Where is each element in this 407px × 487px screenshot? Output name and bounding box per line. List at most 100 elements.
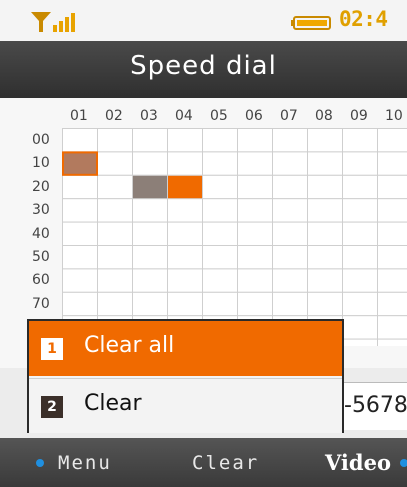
speed-dial-cell[interactable] <box>377 268 407 293</box>
speed-dial-cell[interactable] <box>202 174 238 200</box>
speed-dial-cell[interactable] <box>62 221 98 246</box>
speed-dial-cell[interactable] <box>62 174 98 200</box>
speed-dial-cell[interactable] <box>167 151 203 176</box>
speed-dial-cell[interactable] <box>377 128 407 153</box>
speed-dial-cell[interactable] <box>342 128 378 153</box>
speed-dial-cell[interactable] <box>377 221 407 246</box>
softkey-dot-icon <box>400 459 407 467</box>
speed-dial-cell[interactable] <box>202 245 238 270</box>
speed-dial-cell[interactable] <box>132 245 168 270</box>
speed-dial-cell[interactable] <box>97 128 133 153</box>
speed-dial-cell[interactable] <box>342 174 378 200</box>
speed-dial-cell[interactable] <box>307 174 343 200</box>
speed-dial-cell[interactable] <box>97 151 133 176</box>
speed-dial-cell[interactable] <box>167 128 203 153</box>
speed-dial-cell[interactable] <box>237 245 273 270</box>
speed-dial-cell[interactable] <box>62 245 98 270</box>
speed-dial-cell[interactable] <box>307 245 343 270</box>
speed-dial-cell[interactable] <box>237 198 273 223</box>
speed-dial-cell[interactable] <box>132 198 168 223</box>
speed-dial-cell[interactable] <box>62 198 98 223</box>
speed-dial-cell[interactable] <box>377 198 407 223</box>
number-badge-icon: 2 <box>41 396 63 418</box>
speed-dial-cell[interactable] <box>342 221 378 246</box>
speed-dial-cell[interactable] <box>272 268 308 293</box>
speed-dial-cell-assigned[interactable] <box>133 175 167 199</box>
speed-dial-cell[interactable] <box>307 221 343 246</box>
speed-dial-cell[interactable] <box>167 245 203 270</box>
speed-dial-cell[interactable] <box>132 221 168 246</box>
speed-dial-cell[interactable] <box>377 245 407 270</box>
speed-dial-cell[interactable] <box>342 338 378 346</box>
speed-dial-cell[interactable] <box>202 198 238 223</box>
speed-dial-cell[interactable] <box>272 128 308 153</box>
speed-dial-cell[interactable] <box>202 221 238 246</box>
speed-dial-cell[interactable] <box>237 151 273 176</box>
speed-dial-cell[interactable] <box>202 128 238 153</box>
speed-dial-cell[interactable] <box>377 291 407 317</box>
menu-item-clear[interactable]: 2 Clear <box>29 378 342 433</box>
softkey-clear[interactable]: Clear <box>192 452 259 474</box>
speed-dial-cell[interactable] <box>167 268 203 293</box>
speed-dial-cell[interactable] <box>342 291 378 317</box>
number-badge-icon: 1 <box>41 338 63 360</box>
speed-dial-cell[interactable] <box>272 174 308 200</box>
speed-dial-cell[interactable] <box>272 221 308 246</box>
grid-column-label: 07 <box>280 108 298 124</box>
speed-dial-cell[interactable] <box>377 315 407 340</box>
speed-dial-cell[interactable] <box>307 128 343 153</box>
speed-dial-cell[interactable] <box>307 198 343 223</box>
speed-dial-cell[interactable] <box>202 268 238 293</box>
speed-dial-cell[interactable] <box>97 174 133 200</box>
softkey-menu[interactable]: Menu <box>58 452 112 474</box>
speed-dial-cell[interactable] <box>272 198 308 223</box>
grid-column-label: 08 <box>315 108 333 124</box>
softkey-video[interactable]: Video <box>325 450 391 475</box>
menu-item-label: Clear <box>84 391 142 416</box>
speed-dial-cell[interactable] <box>307 291 343 317</box>
speed-dial-cell[interactable] <box>97 268 133 293</box>
speed-dial-cell[interactable] <box>97 291 133 317</box>
speed-dial-cell[interactable] <box>342 151 378 176</box>
speed-dial-cell[interactable] <box>62 268 98 293</box>
speed-dial-cell-assigned[interactable] <box>62 151 98 176</box>
speed-dial-cell[interactable] <box>342 315 378 340</box>
speed-dial-cell[interactable] <box>272 291 308 317</box>
speed-dial-cell[interactable] <box>97 221 133 246</box>
menu-item-label: Clear all <box>84 333 175 358</box>
speed-dial-cell[interactable] <box>62 128 98 153</box>
speed-dial-cell[interactable] <box>97 198 133 223</box>
speed-dial-cell[interactable] <box>237 268 273 293</box>
speed-dial-cell[interactable] <box>307 151 343 176</box>
speed-dial-cell[interactable] <box>237 221 273 246</box>
speed-dial-cell[interactable] <box>97 245 133 270</box>
speed-dial-cell[interactable] <box>167 198 203 223</box>
speed-dial-cell[interactable] <box>132 128 168 153</box>
speed-dial-cell[interactable] <box>272 245 308 270</box>
speed-dial-cell[interactable] <box>377 151 407 176</box>
speed-dial-cell[interactable] <box>307 268 343 293</box>
speed-dial-cell[interactable] <box>377 338 407 346</box>
speed-dial-cell[interactable] <box>132 268 168 293</box>
speed-dial-cell[interactable] <box>272 151 308 176</box>
title-bar: Speed dial <box>0 41 407 98</box>
speed-dial-cell[interactable] <box>237 291 273 317</box>
options-popup-menu: 1 Clear all 2 Clear <box>27 319 344 433</box>
speed-dial-cell[interactable] <box>132 291 168 317</box>
speed-dial-cell[interactable] <box>342 198 378 223</box>
menu-item-clear-all[interactable]: 1 Clear all <box>29 321 342 376</box>
speed-dial-cell-selected[interactable] <box>168 175 202 199</box>
speed-dial-cell[interactable] <box>342 245 378 270</box>
speed-dial-cell[interactable] <box>377 174 407 200</box>
speed-dial-cell[interactable] <box>167 221 203 246</box>
grid-row-label: 70 <box>32 295 50 312</box>
speed-dial-cell[interactable] <box>202 151 238 176</box>
speed-dial-cell[interactable] <box>132 151 168 176</box>
speed-dial-cell[interactable] <box>342 268 378 293</box>
speed-dial-cell[interactable] <box>237 128 273 153</box>
speed-dial-cell[interactable] <box>237 174 273 200</box>
grid-row-label: 20 <box>32 178 50 195</box>
speed-dial-cell[interactable] <box>167 291 203 317</box>
speed-dial-cell[interactable] <box>62 291 98 317</box>
speed-dial-cell[interactable] <box>202 291 238 317</box>
